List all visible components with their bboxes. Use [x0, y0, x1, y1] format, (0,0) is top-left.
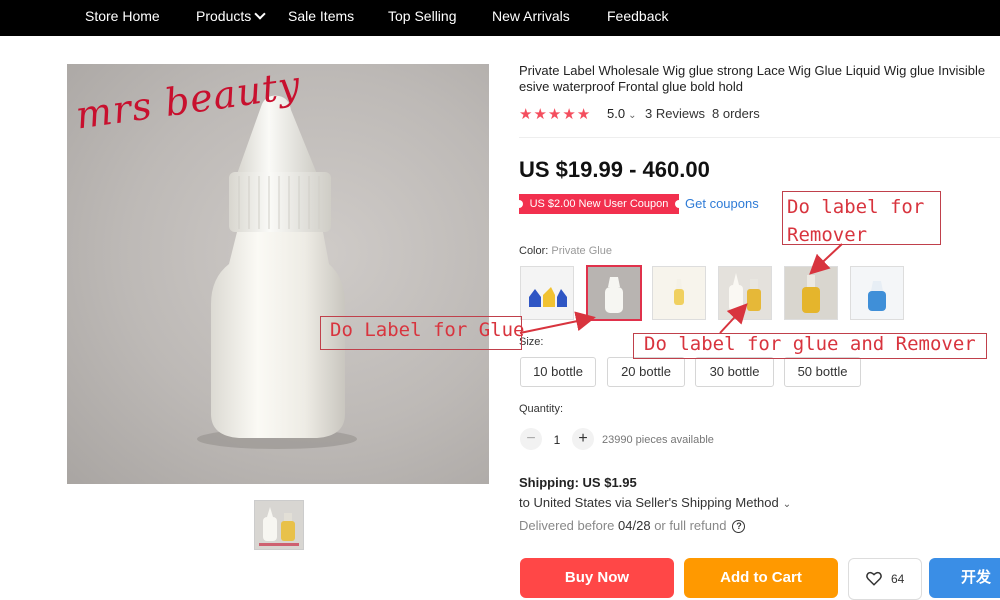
arrow-to-glue-and-remover — [719, 303, 748, 334]
arrow-to-remover — [809, 243, 843, 275]
annotation-arrows — [519, 243, 843, 334]
arrow-to-private-glue — [519, 311, 596, 334]
